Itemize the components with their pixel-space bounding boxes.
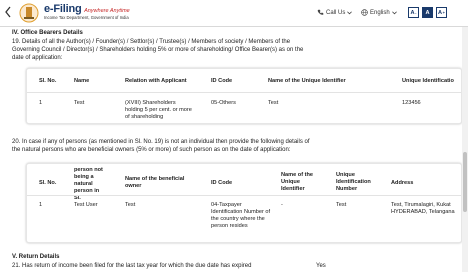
scrollbar-thumb[interactable] [463, 152, 467, 212]
table2-header-address: Address [391, 180, 414, 186]
table1-cell-unique-identifier: Test [268, 100, 279, 106]
brand-slogan: Anywhere Anytime [84, 8, 130, 14]
section-v-title: V. Return Details [12, 254, 60, 260]
brand-tagline: Income Tax Department, Government of Ind… [44, 15, 129, 20]
question-21-answer: Yes [316, 263, 326, 269]
table2-header-slno: Sl. No. [39, 180, 57, 186]
table2-header-person: person not being a natural person in Sl. [74, 167, 103, 201]
chevron-down-icon [347, 10, 353, 14]
table2-cell-idcode: 04-Taxpayer Identification Number of the… [211, 202, 271, 229]
call-us-label: Call Us [326, 9, 346, 16]
normal-font-button[interactable]: A [422, 7, 433, 18]
font-plus-label: A [438, 9, 443, 16]
government-emblem-logo [19, 3, 39, 23]
table2-cell-person: Test User [74, 202, 98, 208]
table1-cell-name: Test [74, 100, 85, 106]
table2-cell-slno: 1 [39, 202, 43, 208]
call-us-button[interactable]: Call Us [317, 9, 353, 16]
question-20: 20. In case if any of persons (as mentio… [12, 139, 310, 153]
table1-header-idcode: ID Code [211, 78, 233, 84]
phone-icon [317, 9, 324, 15]
table1-divider [27, 92, 461, 93]
table2-header-idcode: ID Code [211, 180, 233, 186]
question-21: 21. Has return of income been filed for … [12, 263, 252, 269]
table1-header-name: Name [74, 78, 90, 84]
table2-header-unique-number: Unique Identification Number [336, 172, 371, 192]
font-normal-label: A [425, 9, 430, 16]
question-19: 19. Details of all the Author(s) / Found… [12, 39, 304, 61]
table1-cell-unique-id: 123456 [402, 100, 421, 106]
brand-block: e-Filing Anywhere Anytime Income Tax Dep… [44, 3, 130, 20]
table2-cell-address: Test, Tirumalagiri, Kukat HYDERABAD, Tel… [391, 202, 455, 215]
table2-cell-unique-number: Test [336, 202, 347, 208]
table2-header-unique-identifier: Name of the Unique Identifier [281, 172, 314, 192]
brand-name: e-Filing [44, 3, 82, 15]
table1-cell-slno: 1 [39, 100, 43, 106]
table1-cell-relation: (XVIII) Shareholders holding 5 per cent.… [125, 100, 192, 120]
language-selector[interactable]: English [361, 9, 397, 16]
language-label: English [370, 9, 390, 16]
table2-divider [27, 195, 461, 196]
scrollbar-track[interactable] [462, 27, 468, 272]
table1-header-slno: Sl. No. [39, 78, 57, 84]
table1-cell-idcode: 05-Others [211, 100, 236, 106]
table1-header-relation: Relation with Applicant [125, 78, 187, 84]
table2-header-beneficial-owner: Name of the beneficial owner [125, 176, 185, 189]
section-iv-title: IV. Office Bearers Details [12, 30, 83, 36]
table1-header-unique-identifier: Name of the Unique Identifier [268, 78, 346, 84]
decrease-font-button[interactable]: A- [408, 7, 419, 18]
office-bearers-table: Sl. No. Name Relation with Applicant ID … [26, 68, 462, 124]
font-minus-label: A [410, 9, 415, 16]
chevron-down-icon [391, 10, 397, 14]
table2-cell-unique-identifier: - [281, 202, 283, 208]
back-arrow-icon[interactable] [4, 6, 12, 18]
globe-icon [361, 9, 368, 16]
table1-header-unique-id: Unique Identificatio [402, 78, 454, 84]
beneficial-owners-table: Sl. No. person not being a natural perso… [26, 163, 462, 243]
increase-font-button[interactable]: A + [436, 7, 447, 18]
top-header: e-Filing Anywhere Anytime Income Tax Dep… [0, 0, 468, 27]
table2-cell-beneficial-owner: Test [125, 202, 136, 208]
